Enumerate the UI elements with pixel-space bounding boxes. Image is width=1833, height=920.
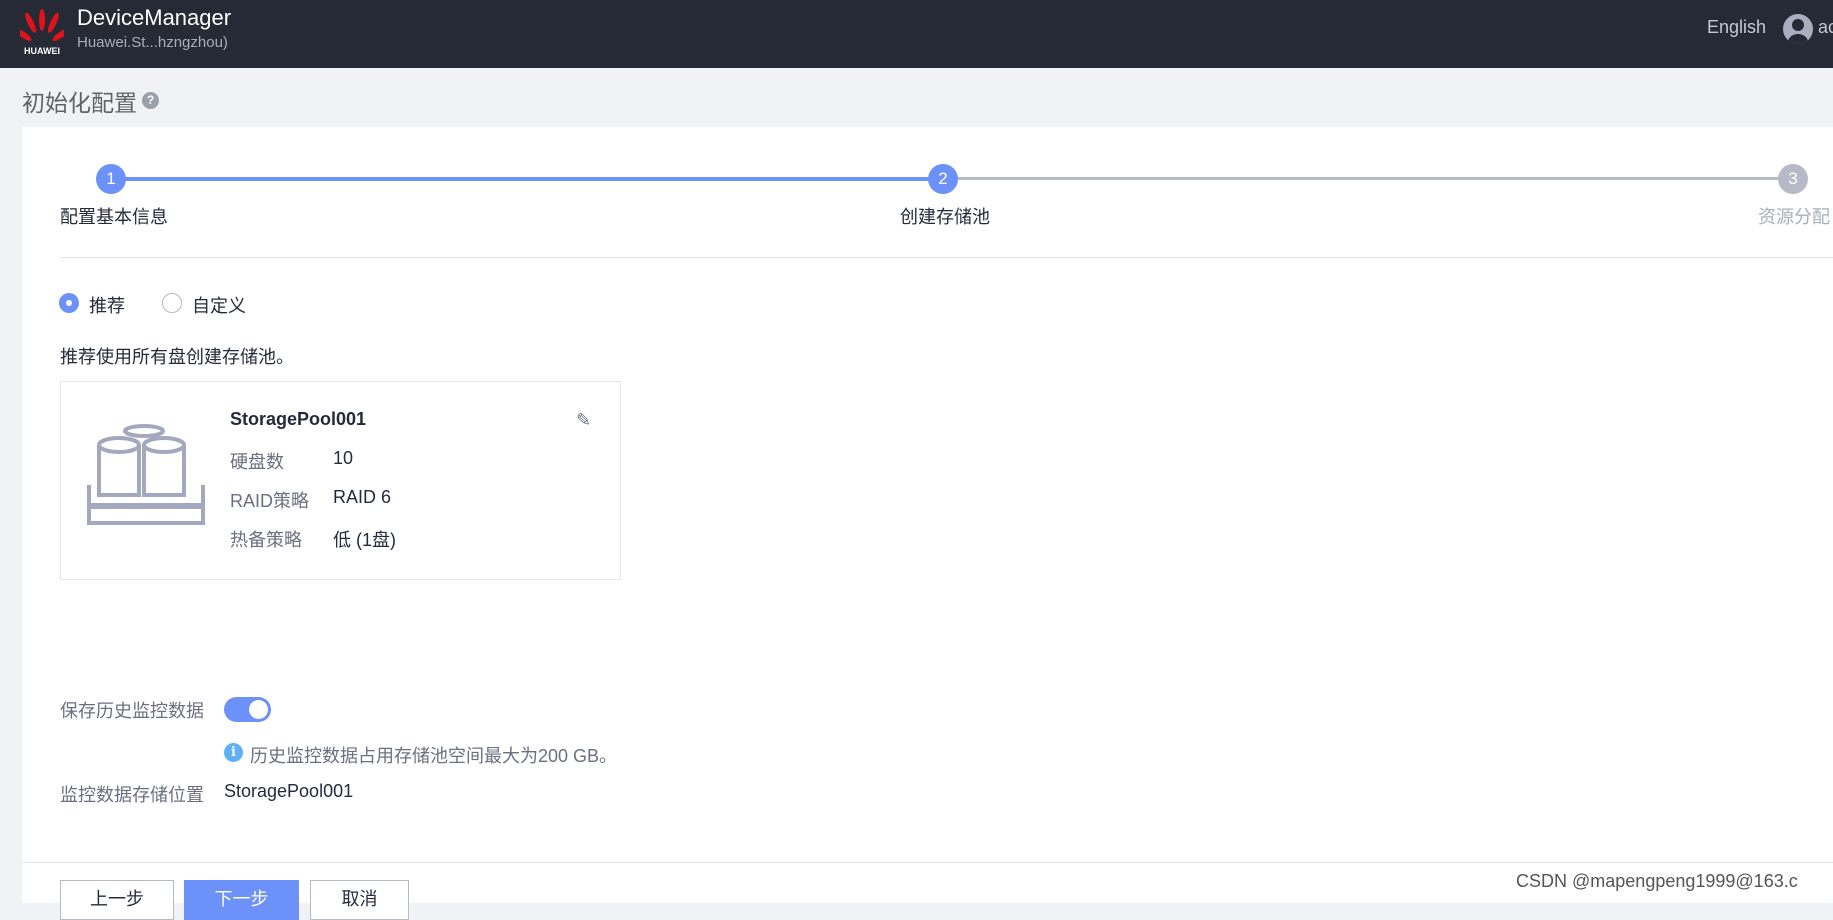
info-icon: i: [224, 743, 243, 762]
top-bar: HUAWEI DeviceManager Huawei.St...hzngzho…: [0, 0, 1833, 68]
save-history-toggle[interactable]: [224, 697, 271, 722]
step-3-circle: 3: [1778, 164, 1808, 194]
watermark: CSDN @mapengpeng1999@163.c: [1516, 871, 1798, 891]
pool-name: StoragePool001: [230, 409, 367, 429]
hotspare-policy-value: 低 (1盘): [333, 530, 396, 550]
storage-pool-icon: [84, 423, 208, 532]
svg-text:HUAWEI: HUAWEI: [24, 46, 60, 56]
radio-custom[interactable]: [162, 293, 182, 313]
history-info-text: 历史监控数据占用存储池空间最大为200 GB。: [250, 746, 618, 766]
save-history-label: 保存历史监控数据: [60, 701, 204, 721]
step-1-label: 配置基本信息: [60, 207, 168, 227]
disk-count-value: 10: [333, 448, 354, 468]
step-2-label: 创建存储池: [900, 207, 990, 227]
help-icon[interactable]: ?: [142, 92, 159, 109]
raid-policy-label: RAID策略: [230, 491, 310, 511]
radio-custom-label[interactable]: 自定义: [192, 292, 246, 318]
step-1-circle: 1: [96, 164, 126, 194]
raid-policy-value: RAID 6: [333, 487, 392, 507]
device-name: Huawei.St...hzngzhou): [77, 34, 228, 51]
storage-pool-card: StoragePool001 ✎ 硬盘数 10 RAID策略 RAID 6 热备…: [60, 381, 621, 580]
radio-recommended[interactable]: [59, 293, 79, 313]
divider: [60, 257, 1833, 258]
page-title: 初始化配置: [22, 90, 137, 116]
app-title: DeviceManager: [77, 5, 232, 30]
disk-count-label: 硬盘数: [230, 452, 284, 472]
hotspare-policy-label: 热备策略: [230, 530, 302, 550]
step-3-label: 资源分配: [1758, 207, 1830, 227]
storage-location-value: StoragePool001: [224, 781, 354, 801]
footer-divider: [22, 862, 1833, 863]
huawei-logo: HUAWEI: [14, 6, 70, 58]
next-button[interactable]: 下一步: [184, 880, 299, 920]
previous-button[interactable]: 上一步: [60, 880, 174, 920]
step-2-circle: 2: [928, 164, 958, 194]
recommendation-hint: 推荐使用所有盘创建存储池。: [60, 347, 294, 367]
storage-location-label: 监控数据存储位置: [60, 785, 204, 805]
cancel-button[interactable]: 取消: [310, 880, 409, 920]
user-avatar-icon[interactable]: [1783, 14, 1813, 44]
step-connector-pending: [943, 177, 1793, 180]
step-connector-done: [111, 177, 943, 181]
language-switch[interactable]: English: [1707, 17, 1766, 38]
edit-pencil-icon[interactable]: ✎: [576, 410, 591, 431]
toggle-knob: [249, 700, 268, 719]
user-name[interactable]: ac: [1818, 17, 1833, 38]
radio-recommended-label[interactable]: 推荐: [89, 292, 125, 318]
